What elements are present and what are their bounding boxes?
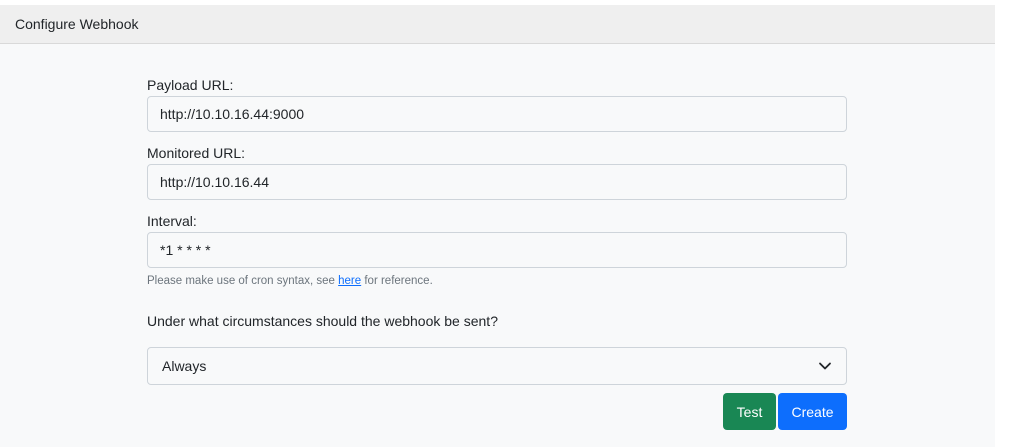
card-title: Configure Webhook — [15, 16, 139, 32]
interval-value: *1 * * * * — [160, 242, 211, 258]
monitored-url-value: http://10.10.16.44 — [160, 174, 269, 190]
payload-url-label: Payload URL: — [147, 77, 234, 93]
condition-selected-value: Always — [162, 358, 207, 374]
payload-url-input[interactable]: http://10.10.16.44:9000 — [147, 96, 847, 132]
help-suffix: for reference. — [361, 275, 433, 287]
interval-help-text: Please make use of cron syntax, see here… — [147, 275, 433, 287]
monitored-url-label: Monitored URL: — [147, 145, 246, 161]
interval-input[interactable]: *1 * * * * — [147, 232, 847, 268]
cron-reference-link[interactable]: here — [338, 275, 361, 287]
test-button[interactable]: Test — [723, 393, 776, 430]
card-header: Configure Webhook — [0, 5, 995, 44]
chevron-down-icon — [818, 359, 832, 373]
help-prefix: Please make use of cron syntax, see — [147, 275, 339, 287]
payload-url-value: http://10.10.16.44:9000 — [160, 106, 305, 122]
condition-select[interactable]: Always — [147, 347, 847, 385]
monitored-url-input[interactable]: http://10.10.16.44 — [147, 164, 847, 200]
create-button[interactable]: Create — [778, 393, 847, 430]
condition-question: Under what circumstances should the webh… — [147, 313, 498, 329]
interval-label: Interval: — [147, 213, 197, 229]
